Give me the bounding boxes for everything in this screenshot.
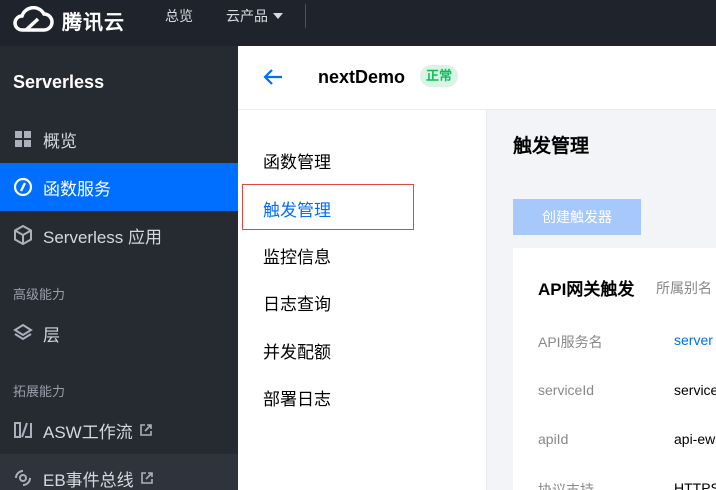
nav-divider bbox=[305, 4, 306, 28]
submenu-item-function-management[interactable]: 函数管理 bbox=[263, 148, 331, 173]
sidebar-item-functions[interactable]: 函数服务 bbox=[0, 163, 238, 211]
layers-icon bbox=[13, 323, 33, 343]
sidebar-item-layers[interactable]: 层 bbox=[0, 309, 238, 357]
workflow-icon bbox=[13, 420, 33, 440]
field-label: serviceId bbox=[538, 382, 595, 398]
top-navbar: 腾讯云 总览 云产品 bbox=[0, 0, 716, 46]
sidebar-item-label: 函数服务 bbox=[43, 179, 111, 199]
nav-products-dropdown[interactable]: 云产品 bbox=[226, 7, 283, 25]
sidebar-item-overview[interactable]: 概览 bbox=[0, 115, 238, 163]
field-label: apiId bbox=[538, 431, 569, 447]
function-icon bbox=[13, 177, 33, 197]
brand-name: 腾讯云 bbox=[62, 11, 125, 34]
eventbus-icon bbox=[13, 468, 33, 488]
chevron-down-icon bbox=[273, 13, 283, 19]
cloud-logo-icon bbox=[13, 6, 54, 32]
submenu-item-log-query[interactable]: 日志查询 bbox=[263, 290, 331, 315]
sidebar-item-label: 概览 bbox=[43, 131, 77, 151]
cube-icon bbox=[13, 225, 33, 245]
sidebar-item-label: 层 bbox=[43, 325, 60, 345]
sidebar-title: Serverless bbox=[13, 72, 105, 92]
sidebar-item-label: EB事件总线 bbox=[43, 470, 134, 490]
function-header: nextDemo 正常 bbox=[238, 46, 716, 110]
external-link-icon bbox=[139, 424, 152, 436]
nav-products-label: 云产品 bbox=[226, 8, 268, 24]
nav-overview-link[interactable]: 总览 bbox=[165, 7, 193, 25]
field-value: api-ew bbox=[674, 431, 716, 447]
trigger-card-alias-label: 所属别名 bbox=[656, 280, 712, 296]
tencent-cloud-logo[interactable]: 腾讯云 bbox=[12, 4, 125, 36]
page-title: 触发管理 bbox=[513, 136, 590, 157]
function-name: nextDemo bbox=[318, 67, 406, 87]
sidebar-item-asw-workflow[interactable]: ASW工作流 bbox=[0, 406, 238, 454]
sidebar: Serverless 概览 函数服务 Serverless 应用 高级能力 层 … bbox=[0, 46, 238, 490]
trigger-card: API网关触发 所属别名 API服务名 server serviceId ser… bbox=[513, 248, 716, 490]
trigger-content: 触发管理 创建触发器 API网关触发 所属别名 API服务名 server se… bbox=[487, 110, 716, 490]
field-value: HTTPS bbox=[674, 480, 716, 490]
field-label: 协议支持 bbox=[538, 482, 594, 490]
sidebar-item-serverless-app[interactable]: Serverless 应用 bbox=[0, 211, 238, 259]
create-trigger-button[interactable]: 创建触发器 bbox=[513, 199, 641, 235]
highlight-box bbox=[242, 184, 414, 230]
sidebar-item-label: ASW工作流 bbox=[43, 422, 133, 442]
submenu-item-deploy-log[interactable]: 部署日志 bbox=[263, 385, 331, 410]
sidebar-item-label: Serverless 应用 bbox=[43, 227, 163, 247]
api-service-name-link[interactable]: server bbox=[674, 332, 713, 348]
trigger-card-title: API网关触发 bbox=[538, 280, 635, 299]
status-badge: 正常 bbox=[420, 65, 459, 87]
submenu-item-monitoring[interactable]: 监控信息 bbox=[263, 243, 331, 268]
section-advanced-label: 高级能力 bbox=[13, 287, 66, 302]
sidebar-item-eb-eventbus[interactable]: EB事件总线 bbox=[0, 454, 238, 490]
function-submenu: 函数管理 触发管理 监控信息 日志查询 并发配额 部署日志 bbox=[238, 110, 487, 490]
field-label: API服务名 bbox=[538, 334, 603, 350]
field-value: service bbox=[674, 382, 716, 398]
section-extend-label: 拓展能力 bbox=[13, 384, 66, 399]
submenu-item-concurrency-quota[interactable]: 并发配额 bbox=[263, 338, 331, 363]
back-arrow-icon[interactable] bbox=[262, 66, 284, 88]
external-link-icon bbox=[140, 472, 153, 484]
grid-icon bbox=[13, 129, 33, 149]
